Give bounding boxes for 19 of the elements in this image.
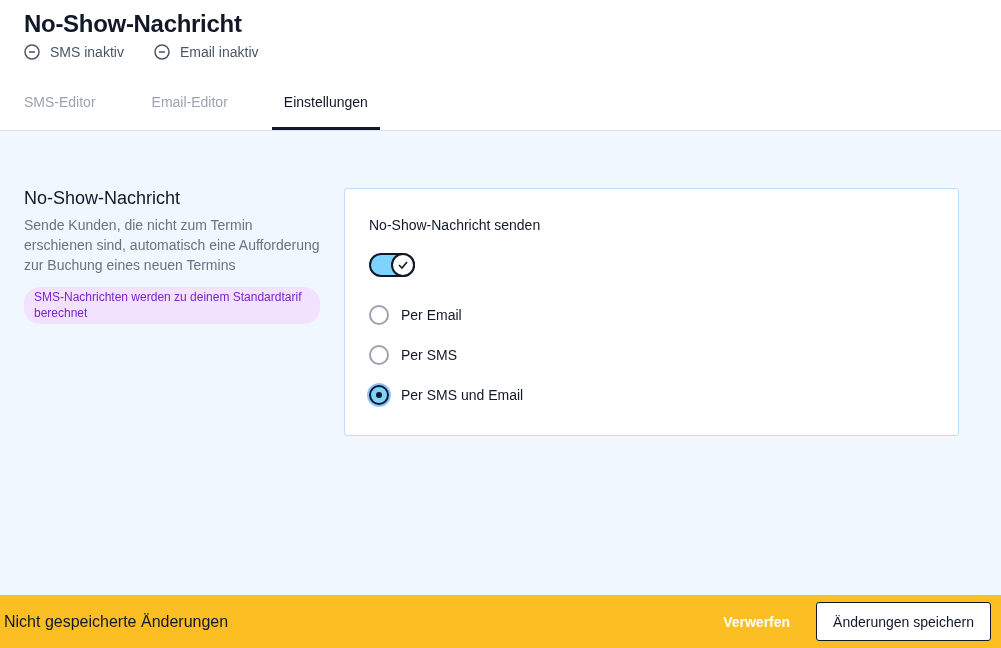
minus-circle-icon <box>24 44 40 60</box>
page-title: No-Show-Nachricht <box>24 10 243 38</box>
toggle-label: No-Show-Nachricht senden <box>369 217 542 233</box>
section-title: No-Show-Nachricht <box>24 188 182 209</box>
radio-button[interactable] <box>369 385 389 405</box>
radio-button[interactable] <box>369 305 389 325</box>
radio-label[interactable]: Per SMS <box>401 347 457 363</box>
unsaved-changes-message: Nicht gespeicherte Änderungen <box>4 612 230 631</box>
radio-label[interactable]: Per SMS und Email <box>401 387 524 403</box>
section-description: Sende Kunden, die nicht zum Termin erschienen sind, automatisch eine Aufforderung zur Buchung eines neuen Termins <box>24 216 320 275</box>
status-label: SMS inaktiv <box>50 44 124 60</box>
radio-label[interactable]: Per Email <box>401 307 462 323</box>
status-label: Email inaktiv <box>179 44 259 60</box>
radio-button[interactable] <box>369 345 389 365</box>
toggle-switch[interactable] <box>369 253 415 277</box>
check-icon <box>398 261 408 269</box>
notice-badge: SMS-Nachrichten werden zu deinem Standardtarif berechnet <box>24 287 320 324</box>
save-button[interactable]: Änderungen speichern <box>816 602 991 641</box>
minus-circle-icon <box>153 44 170 60</box>
